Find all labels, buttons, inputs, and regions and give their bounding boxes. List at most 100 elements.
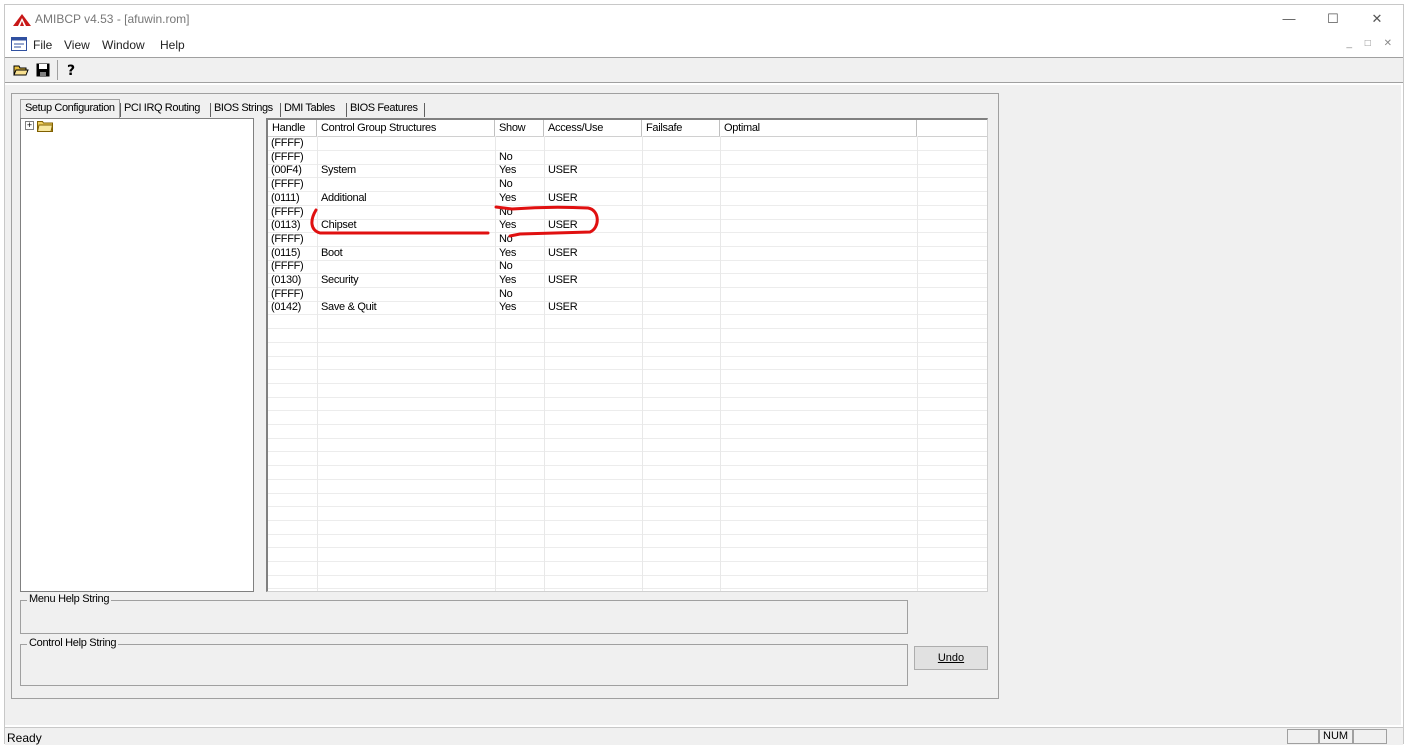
column-header-failsafe[interactable]: Failsafe (642, 120, 720, 136)
app-window: AMIBCP v4.53 - [afuwin.rom] — ☐ ✕ File V… (4, 4, 1404, 745)
table-row[interactable]: (0142) Save & Quit Yes USER (268, 301, 987, 314)
table-cell: USER (548, 164, 578, 177)
amibcp-logo-icon (13, 14, 31, 26)
open-button[interactable] (11, 60, 31, 80)
tab-divider (346, 103, 347, 117)
table-cell: Yes (499, 274, 517, 286)
tree-expand-icon[interactable]: + (25, 121, 34, 130)
menu-view[interactable]: View (64, 38, 90, 52)
grid-row-line (268, 547, 987, 549)
column-header-optimal[interactable]: Optimal (720, 120, 917, 136)
grid-row-line (268, 369, 987, 371)
grid-row-line (268, 382, 987, 384)
grid-row-line (268, 191, 987, 193)
grid-row-line (268, 232, 987, 234)
grid-row-line (268, 533, 987, 535)
maximize-button[interactable]: ☐ (1311, 5, 1355, 33)
menu-help[interactable]: Help (160, 38, 185, 52)
table-cell: Yes (499, 191, 517, 204)
close-button[interactable]: ✕ (1355, 5, 1399, 33)
table-cell: (0115) (271, 246, 301, 259)
table-row[interactable]: (FFFF) No (268, 206, 987, 219)
open-icon (13, 65, 29, 76)
table-cell: USER (548, 246, 578, 259)
table-cell: (0142) (271, 301, 301, 314)
tab-bios-strings[interactable]: BIOS Strings (214, 102, 273, 114)
table-row[interactable]: (0111) Additional Yes USER (268, 192, 987, 205)
table-cell: Boot (321, 246, 343, 259)
tab-divider (424, 103, 425, 117)
menu-window[interactable]: Window (102, 38, 145, 52)
grid-row-line (268, 150, 987, 151)
tab-pci-irq-routing[interactable]: PCI IRQ Routing (124, 102, 200, 114)
grid-row-line (268, 300, 987, 302)
table-cell: No (499, 205, 513, 218)
window-title: AMIBCP v4.53 - [afuwin.rom] (35, 12, 190, 26)
status-pane-num: NUM (1319, 729, 1353, 744)
undo-button[interactable]: Undo (914, 646, 988, 670)
save-button[interactable] (33, 60, 53, 80)
help-button[interactable]: ? (61, 60, 81, 80)
toolbar-separator (57, 60, 58, 80)
table-cell: USER (548, 191, 578, 204)
column-header-access-use[interactable]: Access/Use (544, 120, 642, 136)
status-pane-caps (1287, 729, 1319, 744)
table-cell: (00F4) (271, 164, 302, 177)
folder-icon[interactable] (37, 120, 53, 132)
minimize-button[interactable]: — (1267, 5, 1311, 33)
control-help-label: Control Help String (27, 637, 119, 649)
menu-help-group: Menu Help String (20, 593, 908, 634)
grid-column-line (720, 136, 721, 591)
document-app-icon[interactable] (11, 37, 27, 51)
grid-row-line (268, 177, 987, 179)
column-header-handle[interactable]: Handle (268, 120, 317, 136)
table-row[interactable]: (00F4) System Yes USER (268, 164, 987, 177)
grid-row-line (268, 396, 987, 398)
help-icon: ? (67, 63, 75, 78)
grid-row-line (268, 314, 987, 316)
table-cell: USER (548, 301, 578, 314)
svg-text:?: ? (67, 63, 75, 78)
column-header-show[interactable]: Show (495, 120, 544, 136)
control-help-group: Control Help String (20, 637, 908, 686)
table-cell: No (499, 232, 513, 245)
control-group-grid[interactable]: Handle Control Group Structures Show Acc… (266, 118, 988, 592)
grid-row-line (268, 245, 987, 247)
grid-row-line (268, 328, 987, 330)
grid-row-line (268, 588, 987, 590)
table-cell: (FFFF) (271, 137, 304, 149)
grid-column-line (544, 136, 545, 591)
table-row[interactable]: (FFFF) No (268, 178, 987, 191)
status-pane-scroll (1353, 729, 1387, 744)
table-cell: Yes (499, 246, 517, 259)
grid-column-line (495, 136, 496, 591)
table-row[interactable]: (FFFF) No (268, 288, 987, 301)
table-cell: No (499, 178, 513, 191)
table-row[interactable]: (0113) Chipset Yes USER (268, 219, 987, 232)
table-row[interactable]: (FFFF) No (268, 233, 987, 246)
tab-bios-features[interactable]: BIOS Features (350, 102, 418, 114)
table-row[interactable]: (FFFF) No (268, 151, 987, 164)
table-cell: (FFFF) (271, 232, 304, 245)
tab-divider (280, 103, 281, 117)
tab-divider (210, 103, 211, 117)
grid-row-line (268, 561, 987, 562)
table-row[interactable]: (FFFF) (268, 137, 987, 150)
tab-dmi-tables[interactable]: DMI Tables (284, 102, 335, 114)
grid-row-line (268, 519, 987, 521)
table-cell: Yes (499, 164, 517, 177)
mdi-child-controls[interactable]: _ □ ✕ (1346, 38, 1397, 49)
table-row[interactable]: (FFFF) No (268, 260, 987, 273)
grid-row-line (268, 451, 987, 453)
table-row[interactable]: (0115) Boot Yes USER (268, 247, 987, 260)
table-cell: (FFFF) (271, 178, 304, 191)
tab-setup-configuration[interactable]: Setup Configuration (20, 99, 120, 118)
setup-tree[interactable]: + (20, 118, 254, 592)
table-cell: Chipset (321, 219, 357, 232)
menu-file[interactable]: File (33, 38, 52, 52)
table-cell: Yes (499, 301, 517, 314)
table-row[interactable]: (0130) Security Yes USER (268, 274, 987, 287)
column-header-control-group[interactable]: Control Group Structures (317, 120, 495, 136)
grid-row-line (268, 259, 987, 261)
table-cell: USER (548, 274, 578, 286)
